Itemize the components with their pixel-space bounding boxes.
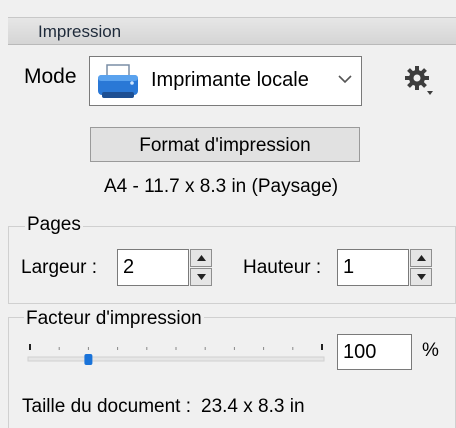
arrow-up-icon <box>417 255 426 261</box>
document-size: Taille du document : 23.4 x 8.3 in <box>22 396 305 418</box>
slider-track <box>27 356 325 362</box>
width-input[interactable]: 2 <box>117 249 189 286</box>
print-factor-title: Facteur d'impression <box>24 308 204 330</box>
printer-icon <box>98 64 138 98</box>
slider-thumb[interactable] <box>84 354 93 365</box>
panel-header: Impression <box>8 17 456 45</box>
print-factor-slider[interactable] <box>26 340 326 370</box>
percent-unit: % <box>422 340 439 361</box>
width-label: Largeur : <box>21 257 98 278</box>
print-factor-input[interactable]: 100 <box>337 334 412 370</box>
print-panel: Impression Mode Imprimante locale Format… <box>0 0 456 428</box>
pages-group-title: Pages <box>25 214 83 236</box>
height-label: Hauteur : <box>243 257 322 278</box>
height-increment-button[interactable] <box>410 249 432 267</box>
width-decrement-button[interactable] <box>190 268 212 286</box>
height-decrement-button[interactable] <box>410 268 432 286</box>
document-size-value: 23.4 x 8.3 in <box>201 396 305 417</box>
width-increment-button[interactable] <box>190 249 212 267</box>
chevron-down-icon <box>338 75 352 84</box>
arrow-down-icon <box>417 274 426 280</box>
mode-label: Mode <box>24 65 77 88</box>
mode-select-value: Imprimante locale <box>151 69 309 91</box>
document-size-label: Taille du document : <box>22 396 191 417</box>
slider-ticks <box>29 344 323 350</box>
height-input[interactable]: 1 <box>337 249 409 286</box>
gear-icon[interactable] <box>402 63 436 97</box>
height-stepper <box>410 249 432 286</box>
mode-select[interactable]: Imprimante locale <box>89 56 362 106</box>
arrow-up-icon <box>197 255 206 261</box>
arrow-down-icon <box>197 274 206 280</box>
print-format-button[interactable]: Format d'impression <box>90 127 360 162</box>
width-stepper <box>190 249 212 286</box>
paper-format-info: A4 - 11.7 x 8.3 in (Paysage) <box>104 176 339 197</box>
panel-title: Impression <box>38 22 122 41</box>
